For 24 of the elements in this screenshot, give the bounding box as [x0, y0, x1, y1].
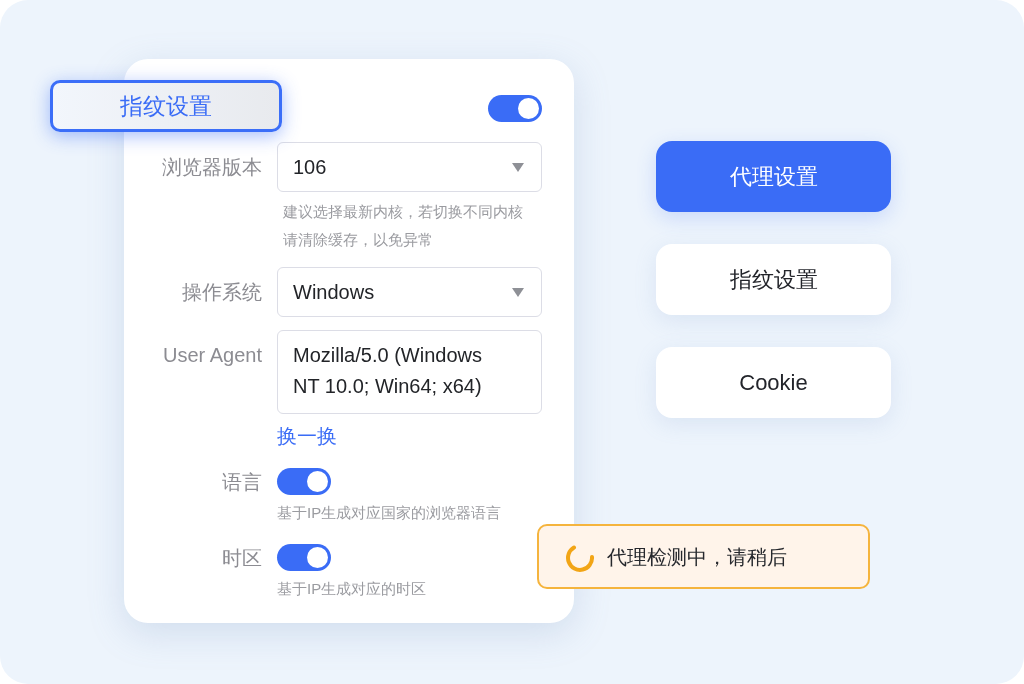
user-agent-field[interactable]: Mozilla/5.0 (Windows NT 10.0; Win64; x64): [277, 330, 542, 414]
menu-button[interactable]: Cookie: [656, 347, 891, 418]
dropdown-value: 106: [293, 155, 327, 180]
dropdown-field[interactable]: 106: [277, 142, 542, 192]
menu-button[interactable]: 指纹设置: [656, 244, 891, 315]
hint-text: 建议选择最新内核，若切换不同内核请清除缓存，以免异常: [283, 202, 524, 250]
setting-toggle[interactable]: [277, 468, 331, 495]
caret-down-icon: [512, 287, 524, 297]
field-label: User Agent: [163, 343, 262, 368]
field-label: 语言: [222, 469, 262, 495]
field-label: 操作系统: [182, 280, 262, 305]
caret-down-icon: [512, 162, 524, 172]
field-label: 浏览器版本: [162, 155, 262, 180]
enable-toggle[interactable]: [488, 95, 542, 122]
toast-message: 代理检测中，请稍后: [607, 544, 787, 570]
title-tag: 指纹设置: [50, 80, 282, 132]
dropdown-field[interactable]: Windows: [277, 267, 542, 317]
dropdown-value: Windows: [293, 280, 375, 305]
field-label: 时区: [222, 545, 262, 571]
menu-button[interactable]: 代理设置: [656, 141, 891, 212]
hint-text: 基于IP生成对应国家的浏览器语言: [277, 503, 502, 523]
hint-text: 基于IP生成对应的时区: [277, 579, 427, 599]
setting-toggle[interactable]: [277, 544, 331, 571]
refresh-link[interactable]: 换一换: [277, 424, 337, 448]
